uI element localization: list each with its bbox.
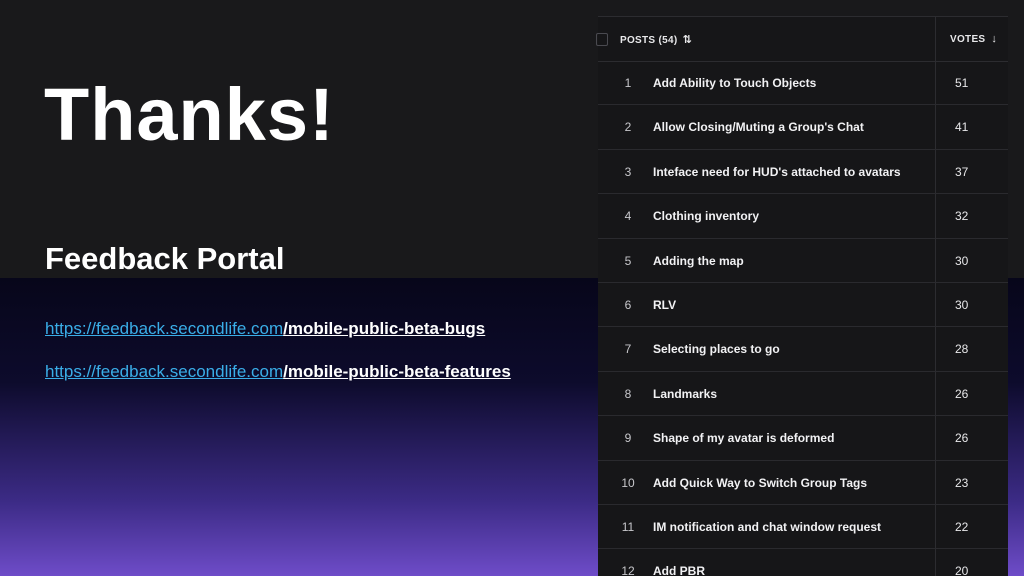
row-title[interactable]: RLV bbox=[653, 298, 676, 312]
row-title[interactable]: Clothing inventory bbox=[653, 209, 759, 223]
table-row[interactable]: 8 Landmarks 26 bbox=[598, 372, 1008, 417]
row-rank: 7 bbox=[624, 342, 632, 357]
arrow-down-icon[interactable]: ↓ bbox=[991, 33, 997, 45]
table-body: 1 Add Ability to Touch Objects 51 2 Allo… bbox=[598, 61, 1008, 576]
row-votes: 32 bbox=[955, 209, 969, 224]
features-link-base[interactable]: https://feedback.secondlife.com bbox=[45, 362, 283, 381]
table-row[interactable]: 9 Shape of my avatar is deformed 26 bbox=[598, 416, 1008, 461]
table-row[interactable]: 3 Inteface need for HUD's attached to av… bbox=[598, 150, 1008, 195]
row-votes: 51 bbox=[955, 76, 969, 90]
posts-column-header[interactable]: POSTS (54) ⇅ bbox=[620, 33, 692, 46]
bugs-link-base[interactable]: https://feedback.secondlife.com bbox=[45, 319, 283, 338]
row-votes: 28 bbox=[955, 342, 969, 357]
posts-table: POSTS (54) ⇅ VOTES ↓ 1 Add Ability to Touc… bbox=[596, 16, 1008, 576]
table-header: POSTS (54) ⇅ VOTES ↓ bbox=[596, 16, 1008, 62]
row-rank: 9 bbox=[624, 431, 632, 446]
votes-column-header[interactable]: VOTES ↓ bbox=[950, 33, 997, 45]
row-rank: 3 bbox=[624, 164, 632, 179]
row-rank: 6 bbox=[624, 297, 632, 312]
row-votes: 23 bbox=[955, 475, 969, 490]
row-title[interactable]: IM notification and chat window request bbox=[653, 520, 881, 534]
bugs-link[interactable]: https://feedback.secondlife.com/mobile-p… bbox=[45, 319, 485, 339]
row-votes: 26 bbox=[955, 431, 969, 446]
row-votes: 41 bbox=[955, 120, 969, 135]
row-votes: 30 bbox=[955, 253, 969, 268]
table-row[interactable]: 11 IM notification and chat window reque… bbox=[598, 505, 1008, 550]
row-rank: 8 bbox=[624, 386, 632, 401]
table-row[interactable]: 2 Allow Closing/Muting a Group's Chat 41 bbox=[598, 105, 1008, 150]
row-title[interactable]: Allow Closing/Muting a Group's Chat bbox=[653, 120, 864, 134]
row-title[interactable]: Selecting places to go bbox=[653, 342, 780, 356]
slide-subtitle: Feedback Portal bbox=[45, 241, 285, 276]
posts-header-label: POSTS (54) bbox=[620, 35, 678, 46]
row-rank: 12 bbox=[621, 564, 635, 576]
row-rank: 4 bbox=[624, 209, 632, 224]
row-title[interactable]: Shape of my avatar is deformed bbox=[653, 431, 834, 445]
table-row[interactable]: 4 Clothing inventory 32 bbox=[598, 194, 1008, 239]
row-title[interactable]: Add Quick Way to Switch Group Tags bbox=[653, 476, 867, 490]
row-title[interactable]: Adding the map bbox=[653, 254, 744, 268]
row-title[interactable]: Add PBR bbox=[653, 564, 705, 576]
votes-header-label: VOTES bbox=[950, 34, 986, 45]
table-row[interactable]: 1 Add Ability to Touch Objects 51 bbox=[598, 61, 1008, 106]
row-rank: 11 bbox=[621, 519, 635, 534]
row-rank: 5 bbox=[624, 253, 632, 268]
sort-icon[interactable]: ⇅ bbox=[682, 33, 692, 46]
slide: Thanks! Feedback Portal https://feedback… bbox=[0, 0, 1024, 576]
row-rank: 10 bbox=[621, 475, 635, 490]
row-votes: 37 bbox=[955, 164, 969, 179]
table-row[interactable]: 6 RLV 30 bbox=[598, 283, 1008, 328]
row-title[interactable]: Inteface need for HUD's attached to avat… bbox=[653, 165, 901, 179]
select-all-checkbox[interactable] bbox=[596, 33, 608, 46]
table-row[interactable]: 10 Add Quick Way to Switch Group Tags 23 bbox=[598, 461, 1008, 505]
bugs-link-path[interactable]: /mobile-public-beta-bugs bbox=[283, 319, 485, 338]
features-link[interactable]: https://feedback.secondlife.com/mobile-p… bbox=[45, 362, 511, 382]
table-row[interactable]: 7 Selecting places to go 28 bbox=[598, 327, 1008, 372]
table-row[interactable]: 12 Add PBR 20 bbox=[598, 549, 1008, 576]
row-votes: 20 bbox=[955, 564, 969, 576]
table-row[interactable]: 5 Adding the map 30 bbox=[598, 239, 1008, 283]
features-link-path[interactable]: /mobile-public-beta-features bbox=[283, 362, 511, 381]
row-title[interactable]: Add Ability to Touch Objects bbox=[653, 76, 816, 90]
row-rank: 1 bbox=[624, 76, 632, 90]
row-votes: 26 bbox=[955, 386, 969, 401]
row-title[interactable]: Landmarks bbox=[653, 387, 717, 401]
slide-title: Thanks! bbox=[44, 73, 335, 156]
row-votes: 30 bbox=[955, 297, 969, 312]
row-votes: 22 bbox=[955, 519, 969, 534]
row-rank: 2 bbox=[624, 120, 632, 135]
